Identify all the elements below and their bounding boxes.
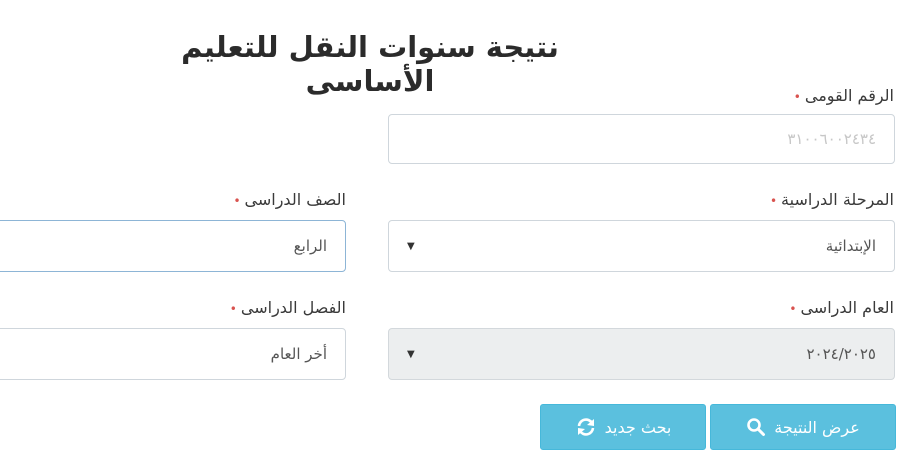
stage-select-value: الإبتدائية (825, 237, 876, 255)
chevron-down-icon: ▼ (407, 240, 415, 252)
stage-label: المرحلة الدراسية• (770, 190, 894, 209)
grade-label: الصف الدراسى• (233, 190, 346, 209)
national-id-label: الرقم القومى• (794, 86, 894, 105)
page-title: نتيجة سنوات النقل للتعليم الأساسى (181, 30, 559, 98)
year-label-text: العام الدراسى (800, 298, 894, 317)
required-mark: • (789, 301, 797, 316)
required-mark: • (229, 301, 237, 316)
term-field-value: أخر العام (270, 345, 327, 363)
refresh-icon (575, 416, 597, 438)
required-mark: • (769, 193, 778, 208)
year-select[interactable]: ٢٠٢٤/٢٠٢٥ ▼ (388, 328, 895, 380)
grade-label-text: الصف الدراسى (244, 190, 346, 209)
result-form-page: نتيجة سنوات النقل للتعليم الأساسى الرقم … (0, 0, 900, 450)
new-search-button[interactable]: بحث جديد (540, 404, 706, 450)
term-label: الفصل الدراسى• (230, 298, 346, 317)
term-label-text: الفصل الدراسى (240, 298, 346, 317)
required-mark: • (233, 193, 241, 208)
show-result-button[interactable]: عرض النتيجة (710, 404, 896, 450)
national-id-input[interactable] (388, 114, 895, 164)
grade-field[interactable]: الرابع (0, 220, 346, 272)
year-label: العام الدراسى• (789, 298, 894, 317)
required-mark: • (793, 89, 801, 104)
search-icon (746, 417, 766, 437)
grade-field-value: الرابع (293, 237, 327, 255)
year-select-value: ٢٠٢٤/٢٠٢٥ (806, 345, 876, 363)
new-search-label: بحث جديد (604, 417, 672, 437)
national-id-label-text: الرقم القومى (804, 86, 894, 105)
chevron-down-icon: ▼ (407, 348, 415, 360)
show-result-label: عرض النتيجة (774, 417, 860, 437)
stage-label-text: المرحلة الدراسية (781, 190, 894, 209)
stage-select[interactable]: الإبتدائية ▼ (388, 220, 895, 272)
term-field[interactable]: أخر العام (0, 328, 346, 380)
